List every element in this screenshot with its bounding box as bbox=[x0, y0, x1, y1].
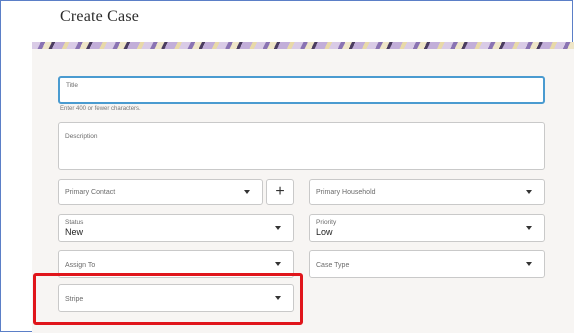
caret-down-icon bbox=[244, 190, 250, 194]
status-value: New bbox=[65, 227, 84, 237]
highlight-annotation bbox=[33, 273, 303, 325]
caret-down-icon bbox=[526, 262, 532, 266]
primary-household-label: Primary Household bbox=[316, 189, 376, 196]
status-select[interactable]: Status New bbox=[58, 214, 294, 242]
title-field-label: Title bbox=[66, 82, 79, 89]
page-title: Create Case bbox=[60, 8, 140, 25]
title-field[interactable]: Title bbox=[58, 76, 545, 104]
description-field-label: Description bbox=[65, 133, 98, 140]
status-label: Status bbox=[65, 219, 84, 226]
caret-down-icon bbox=[526, 226, 532, 230]
caret-down-icon bbox=[526, 190, 532, 194]
add-contact-button[interactable]: + bbox=[266, 179, 294, 205]
description-field[interactable]: Description bbox=[58, 122, 545, 170]
case-type-select[interactable]: Case Type bbox=[309, 250, 545, 278]
priority-select[interactable]: Priority Low bbox=[309, 214, 545, 242]
title-hint: Enter 400 or fewer characters. bbox=[60, 106, 141, 112]
case-type-label: Case Type bbox=[316, 262, 350, 269]
decorative-banner bbox=[32, 42, 574, 49]
primary-household-select[interactable]: Primary Household bbox=[309, 179, 545, 205]
primary-contact-label: Primary Contact bbox=[65, 189, 116, 196]
priority-value: Low bbox=[316, 227, 333, 237]
assign-to-label: Assign To bbox=[65, 262, 96, 269]
caret-down-icon bbox=[275, 226, 281, 230]
priority-label: Priority bbox=[316, 219, 337, 226]
primary-contact-select[interactable]: Primary Contact bbox=[58, 179, 263, 205]
caret-down-icon bbox=[275, 262, 281, 266]
